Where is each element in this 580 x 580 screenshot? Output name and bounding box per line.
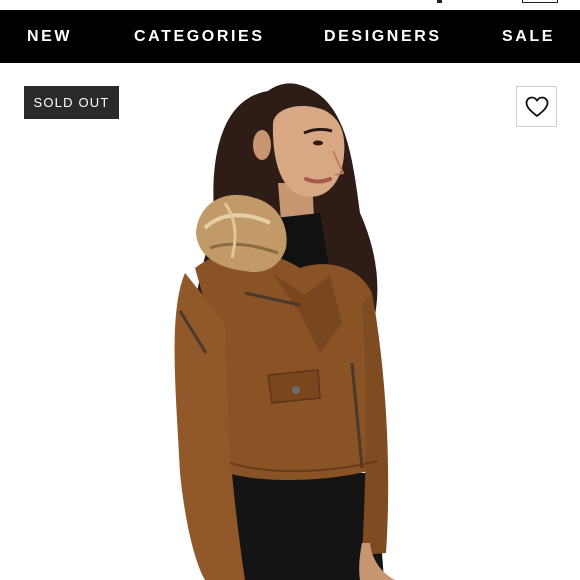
ear bbox=[253, 130, 271, 160]
nav-item-sale[interactable]: SALE bbox=[502, 10, 555, 63]
product-image-area: SOLD OUT bbox=[0, 63, 580, 580]
category-nav-bar: NEW CATEGORIES DESIGNERS SALE bbox=[0, 10, 580, 63]
cropped-icon-fragment bbox=[437, 0, 442, 3]
cropped-button-fragment[interactable] bbox=[522, 0, 558, 3]
heart-outline-icon bbox=[525, 96, 548, 117]
top-strip bbox=[0, 0, 580, 10]
sold-out-badge: SOLD OUT bbox=[24, 86, 119, 119]
nav-item-designers[interactable]: DESIGNERS bbox=[324, 10, 442, 63]
nav-item-new[interactable]: NEW bbox=[27, 10, 72, 63]
favorite-button[interactable] bbox=[516, 86, 557, 127]
nav-item-categories[interactable]: CATEGORIES bbox=[134, 10, 265, 63]
product-photo bbox=[174, 83, 395, 580]
pocket-flap bbox=[267, 369, 321, 404]
